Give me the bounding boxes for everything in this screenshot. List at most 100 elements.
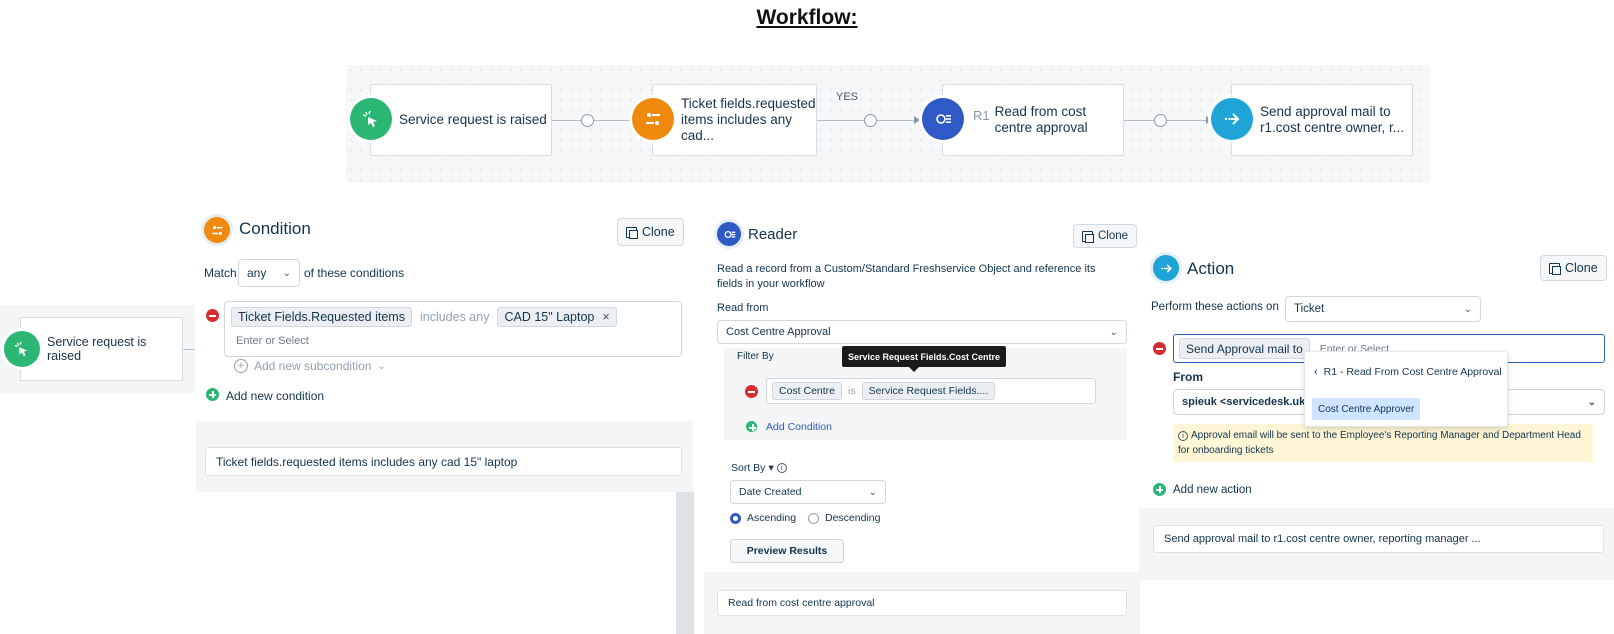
remove-action-icon[interactable] — [1153, 342, 1166, 355]
workflow-canvas: Service request is raised Ticket fields.… — [346, 65, 1430, 183]
sort-by-select[interactable]: Date Created ⌄ — [730, 480, 886, 504]
side-node-canvas: Service request is raised — [0, 305, 195, 393]
page-title: Workflow: — [756, 6, 858, 29]
filter-field-chip[interactable]: Cost Centre — [772, 382, 843, 400]
read-from-select[interactable]: Cost Centre Approval ⌄ — [717, 320, 1127, 344]
condition-icon — [204, 217, 230, 243]
add-condition-button[interactable]: Add new condition — [226, 389, 324, 403]
workflow-node-action[interactable]: Send approval mail to r1.cost centre own… — [1231, 84, 1413, 156]
clone-button[interactable]: Clone — [1073, 224, 1138, 248]
clone-icon — [1082, 230, 1094, 243]
condition-icon — [632, 98, 674, 140]
summary-field[interactable]: Read from cost centre approval — [717, 590, 1127, 616]
divider — [676, 492, 694, 634]
perform-select[interactable]: Ticket ⌄ — [1285, 296, 1481, 322]
clone-icon — [626, 226, 638, 239]
chevron-down-icon: ⌄ — [868, 486, 877, 498]
dropdown-header: R1 - Read From Cost Centre Approval — [1323, 366, 1502, 378]
workflow-node-reader[interactable]: R1 Read from cost centre approval — [942, 84, 1124, 156]
value-chip-label: CAD 15" Laptop — [504, 310, 595, 324]
info-icon: i — [776, 463, 787, 473]
dropdown-option[interactable]: Cost Centre Approver — [1312, 398, 1421, 420]
read-from-label: Read from — [717, 302, 769, 314]
node-label: Service request is raised — [47, 335, 147, 363]
descending-radio[interactable]: Descending — [808, 512, 880, 524]
workflow-node-trigger[interactable]: Service request is raised — [20, 317, 183, 381]
chevron-down-icon: ⌄ — [1109, 326, 1118, 338]
radio-empty-icon — [808, 512, 819, 524]
panel-title: Action — [1187, 259, 1235, 278]
clone-icon — [1549, 262, 1561, 275]
connector-dot[interactable] — [864, 114, 877, 127]
from-label: From — [1173, 370, 1203, 384]
filter-by-label: Filter By — [737, 351, 774, 362]
node-label: Read from cost centre approval — [994, 104, 1088, 135]
add-action-button[interactable]: Add new action — [1173, 484, 1252, 496]
chevron-down-icon: ▾ — [768, 462, 774, 474]
preview-results-button[interactable]: Preview Results — [730, 539, 844, 563]
info-icon: i — [1178, 431, 1188, 441]
panel-title: Reader — [748, 226, 798, 243]
action-arrow-icon — [1211, 98, 1253, 140]
match-select[interactable]: any ⌄ — [238, 259, 300, 287]
filter-value-chip[interactable]: Service Request Fields.... — [861, 382, 996, 400]
radio-selected-icon — [730, 512, 741, 524]
action-panel: Action Clone Perform these actions on Ti… — [1139, 240, 1614, 580]
add-subcondition-label: Add new subcondition — [254, 359, 372, 373]
close-icon[interactable]: × — [602, 310, 609, 324]
match-value: any — [247, 266, 267, 280]
ascending-label: Ascending — [747, 512, 797, 524]
sort-by-label: Sort By ▾ i — [731, 462, 787, 474]
add-condition-button[interactable]: Add Condition — [766, 421, 832, 433]
add-circle-icon: + — [234, 359, 248, 373]
reader-panel: Reader Clone Read a record from a Custom… — [704, 210, 1140, 634]
reader-icon — [717, 222, 741, 246]
clone-button[interactable]: Clone — [1540, 255, 1607, 281]
condition-value-input[interactable]: Enter or Select — [236, 335, 309, 347]
connector-dot[interactable] — [581, 114, 594, 127]
remove-condition-icon[interactable] — [206, 309, 219, 322]
action-chip[interactable]: Send Approval mail to — [1179, 338, 1310, 359]
info-text: Approval email will be sent to the Emplo… — [1178, 430, 1581, 456]
descending-label: Descending — [825, 512, 881, 524]
workflow-node-condition[interactable]: Ticket fields.requested items includes a… — [652, 84, 817, 156]
chevron-left-icon: ‹ — [1314, 366, 1318, 378]
ascending-radio[interactable]: Ascending — [730, 512, 796, 524]
remove-filter-icon[interactable] — [745, 385, 758, 398]
reader-description: Read a record from a Custom/Standard Fre… — [717, 263, 1096, 290]
operator-label[interactable]: includes any — [420, 310, 490, 324]
chevron-down-icon: ⌄ — [377, 360, 386, 372]
info-banner: i Approval email will be sent to the Empl… — [1173, 424, 1593, 462]
clone-button[interactable]: Clone — [617, 218, 684, 246]
perform-value: Ticket — [1294, 303, 1325, 315]
value-chip[interactable]: CAD 15" Laptop × — [497, 307, 617, 327]
chevron-down-icon: ⌄ — [282, 267, 291, 279]
add-subcondition-button[interactable]: + Add new subcondition ⌄ — [234, 359, 386, 373]
chevron-down-icon: ⌄ — [1463, 303, 1472, 315]
condition-panel: Condition Clone Match any ⌄ of these cond… — [196, 200, 693, 492]
clone-label: Clone — [642, 225, 675, 239]
add-icon — [206, 388, 219, 401]
clone-label: Clone — [1098, 230, 1129, 242]
connector-dot[interactable] — [1154, 114, 1167, 127]
workflow-node-trigger[interactable]: Service request is raised — [370, 84, 552, 156]
add-icon — [746, 421, 757, 432]
reader-prefix: R1 — [973, 108, 990, 123]
sort-by-text: Sort By — [731, 462, 766, 474]
node-label: Service request is raised — [399, 112, 547, 127]
action-arrow-icon — [1153, 255, 1179, 281]
node-label: Ticket fields.requested items includes a… — [681, 96, 816, 143]
filter-operator[interactable]: is — [848, 385, 856, 397]
summary-field[interactable]: Ticket fields.requested items includes a… — [205, 447, 682, 476]
tooltip: Service Request Fields.Cost Centre — [842, 346, 1007, 367]
clone-label: Clone — [1565, 261, 1598, 275]
from-value: spieuk <servicedesk.uk@ — [1182, 396, 1316, 408]
yes-label: YES — [836, 91, 859, 103]
add-icon — [1153, 483, 1166, 496]
dropdown-back-button[interactable]: ‹ R1 - Read From Cost Centre Approval — [1314, 366, 1502, 378]
perform-label: Perform these actions on — [1151, 301, 1279, 313]
cursor-click-icon — [350, 98, 392, 140]
field-chip[interactable]: Ticket Fields.Requested items — [231, 307, 412, 327]
summary-field[interactable]: Send approval mail to r1.cost centre own… — [1153, 525, 1604, 553]
match-label: Match — [204, 266, 237, 280]
